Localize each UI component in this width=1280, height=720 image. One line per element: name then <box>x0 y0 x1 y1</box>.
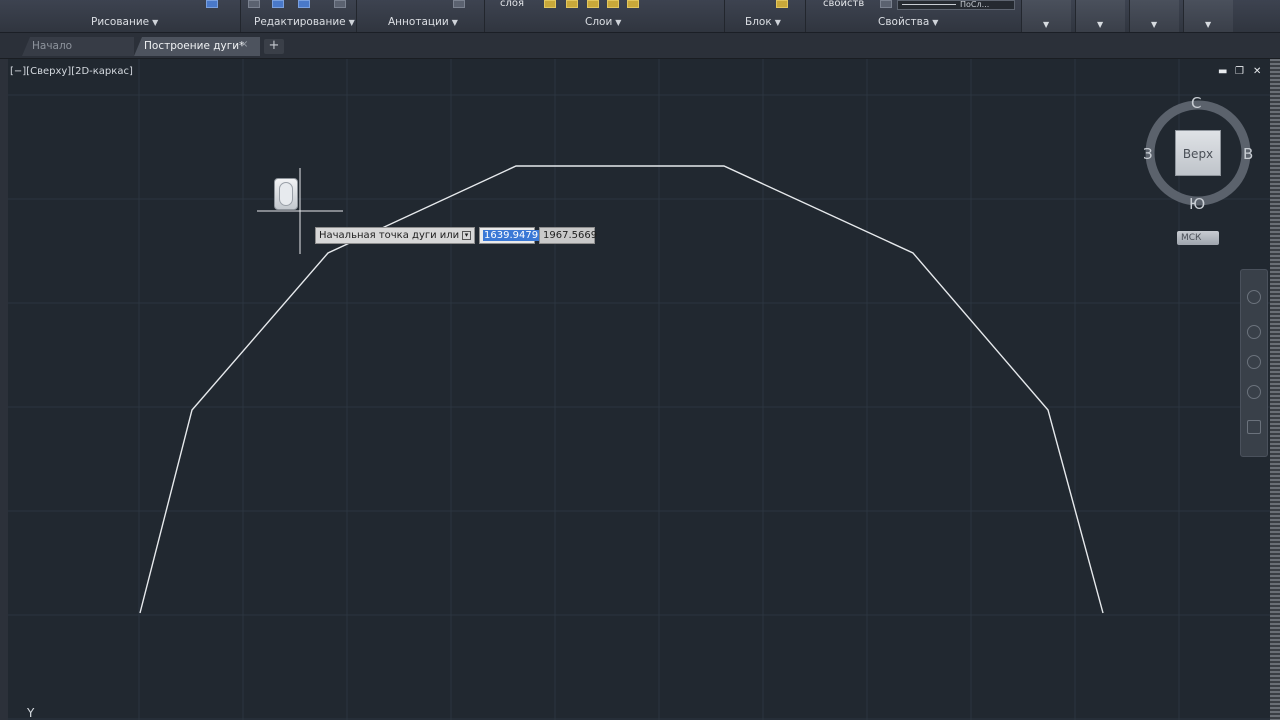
window-edge <box>1270 59 1280 720</box>
options-dropdown-icon[interactable]: ▾ <box>462 231 471 240</box>
ucs-icon-y-label: Y <box>27 706 35 720</box>
ucs-menu[interactable]: МСК <box>1177 231 1219 245</box>
zoom-icon[interactable] <box>1247 355 1261 369</box>
viewcube-east[interactable]: В <box>1243 145 1253 163</box>
x-coordinate-value: 1639.9479 <box>483 230 540 241</box>
viewcube-north[interactable]: С <box>1191 94 1201 112</box>
x-coordinate-input[interactable]: 1639.9479 <box>479 227 540 244</box>
pan-icon[interactable] <box>1247 325 1261 339</box>
minimize-icon[interactable]: ▬ <box>1218 66 1227 77</box>
steering-wheel-icon[interactable] <box>1247 290 1261 304</box>
drawing-canvas[interactable] <box>0 0 1270 720</box>
viewcube-top-face[interactable]: Верх <box>1175 130 1221 176</box>
navigation-bar <box>1240 269 1268 457</box>
y-coordinate-input[interactable]: 1967.5669 <box>539 227 597 244</box>
orbit-icon[interactable] <box>1247 385 1261 399</box>
showmotion-icon[interactable] <box>1247 420 1261 434</box>
viewport-label[interactable]: [−][Сверху][2D-каркас] <box>10 66 133 77</box>
polyline-shape <box>139 165 1104 614</box>
dynamic-input-prompt-text: Начальная точка дуги или <box>319 230 460 241</box>
viewcube-south[interactable]: Ю <box>1189 195 1205 213</box>
viewcube-west[interactable]: З <box>1143 145 1153 163</box>
restore-icon[interactable]: ❐ <box>1235 66 1244 77</box>
dynamic-input-prompt: Начальная точка дуги или ▾ <box>315 227 475 244</box>
mouse-icon <box>274 178 298 210</box>
drawing-grid <box>8 59 1270 720</box>
close-icon[interactable]: ✕ <box>1253 66 1261 77</box>
